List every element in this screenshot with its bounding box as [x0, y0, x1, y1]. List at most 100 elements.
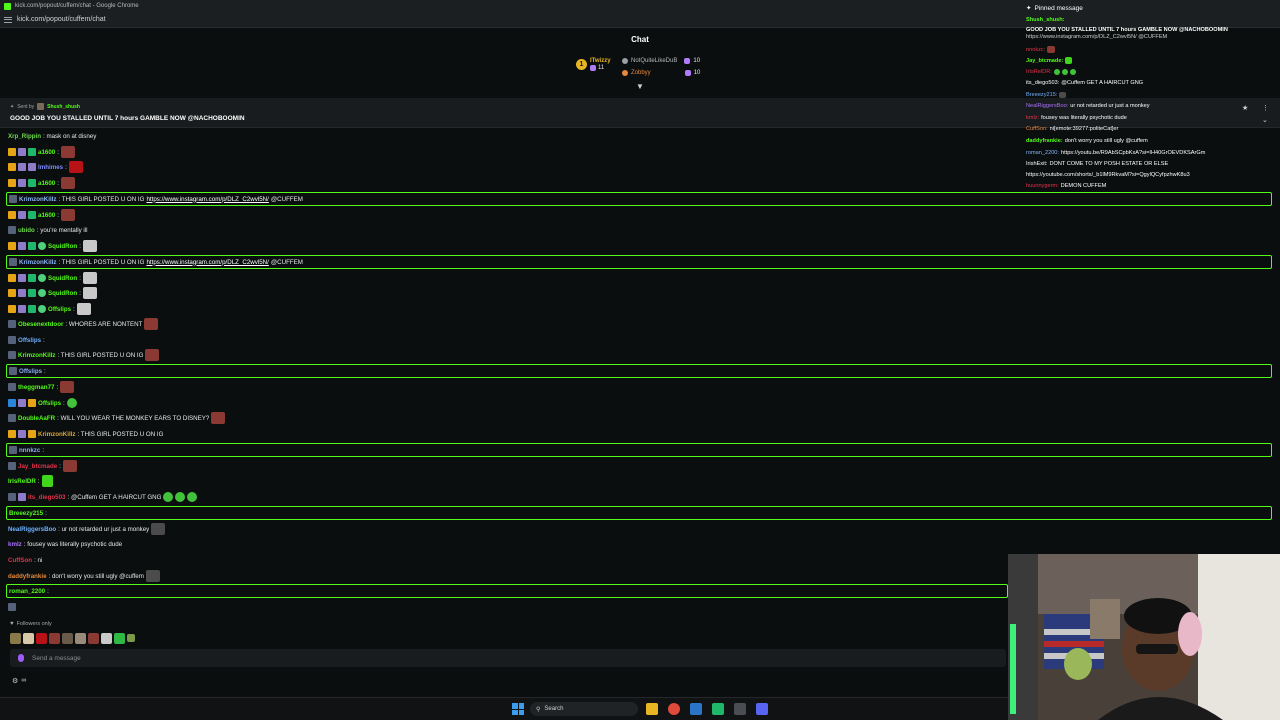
chat-message: CuffSon: ni	[8, 556, 43, 564]
url-text[interactable]: kick.com/popout/cuffem/chat	[17, 16, 106, 23]
chat-message-highlighted: Breeezy215:	[6, 506, 1272, 520]
quick-emote-icon[interactable]	[36, 632, 47, 644]
chat-message: IrIsRelDR:	[8, 474, 53, 488]
kick-app-icon[interactable]	[712, 703, 724, 715]
avatar-badge-icon	[9, 195, 17, 203]
subscriber-badge-icon	[18, 274, 26, 282]
subscriber-badge-icon	[18, 289, 26, 297]
quick-emote-icon[interactable]	[75, 632, 86, 644]
verified-badge-icon	[38, 274, 46, 282]
message-link[interactable]: https://www.instagram.com/p/DLZ_C2wvl5N/	[146, 259, 268, 266]
emote-icon	[68, 161, 83, 173]
emote-icon	[82, 272, 97, 284]
discord-icon[interactable]	[756, 703, 768, 715]
leaderboard-third[interactable]: Zobbyy 10	[622, 70, 700, 76]
moderator-badge-icon	[8, 399, 16, 407]
silver-coin-icon	[622, 58, 628, 64]
chat-message: its_diego503: @Cuffem GET A HAIRCUT GNG	[8, 490, 198, 504]
quick-emote-icon[interactable]	[62, 632, 73, 644]
heart-icon: ♥	[10, 621, 14, 627]
emote-icon	[66, 398, 77, 408]
windows-start-icon[interactable]	[512, 703, 524, 715]
gift-badge-icon	[28, 305, 36, 313]
avatar-badge-icon	[8, 351, 16, 359]
followers-only-indicator: ♥ Followers only	[10, 621, 52, 627]
gift-badge-icon	[28, 211, 36, 219]
leader-name: Zobbyy	[631, 70, 651, 76]
crown-badge-icon	[8, 305, 16, 313]
app-icon[interactable]	[734, 703, 746, 715]
chat-message: DoubleAaFR: WILL YOU WEAR THE MONKEY EAR…	[8, 411, 226, 425]
quick-emote-icon[interactable]	[127, 634, 135, 642]
overlay-line: kmlz: fousey was literally psychotic dude	[1026, 115, 1127, 121]
avatar-badge-icon	[8, 226, 16, 234]
microphone-icon[interactable]	[18, 654, 24, 662]
quick-emote-icon[interactable]	[114, 632, 125, 644]
gift-icon	[590, 65, 596, 71]
avatar-badge-icon	[8, 603, 16, 611]
emote-icon	[76, 303, 91, 315]
emote-icon	[175, 492, 186, 502]
chrome-icon[interactable]	[668, 703, 680, 715]
emote-icon	[145, 570, 160, 582]
emote-icon	[144, 318, 159, 330]
chat-message-highlighted: roman_2200:	[6, 584, 1008, 598]
emote-icon	[60, 209, 75, 221]
quick-emote-icon[interactable]	[10, 632, 21, 644]
leaderboard-second[interactable]: NotQuiteLikeDuB 10	[622, 58, 700, 64]
pin-icon: ✦	[10, 103, 15, 110]
leaderboard-first[interactable]: 1 ITwizzy 11	[576, 58, 611, 71]
message-link[interactable]: https://www.instagram.com/p/DLZ_C2wvl5N/	[146, 196, 268, 203]
overlay-line: NealRiggersBoo: ur not retarded ur just a…	[1026, 103, 1150, 109]
message-input-box[interactable]	[10, 649, 1006, 667]
windows-taskbar: ⚲ Search	[0, 697, 1008, 720]
avatar-badge-icon	[8, 320, 16, 328]
avatar-badge-icon	[8, 493, 16, 501]
emote-icon	[1053, 69, 1060, 75]
subscriber-badge-icon	[18, 211, 26, 219]
taskbar-search[interactable]: ⚲ Search	[530, 702, 638, 716]
subscriber-badge-icon	[18, 493, 26, 501]
chat-message: NealRiggersBoo: ur not retarded ur just …	[8, 522, 166, 536]
infinity-icon[interactable]: ∞	[21, 677, 26, 685]
overlay-line: https://www.instagram.com/p/DLZ_C2wvl5N/…	[1026, 34, 1168, 40]
gift-badge-icon	[28, 289, 36, 297]
pin-icon: ✦	[1026, 5, 1032, 12]
chat-message: Offslips:	[8, 302, 91, 316]
file-explorer-icon[interactable]	[646, 703, 658, 715]
expand-leaderboard-chevron-icon[interactable]: ▼	[636, 83, 644, 91]
webcam-feed	[1008, 554, 1280, 720]
overlay-pinned-sender: Shush_shush:	[1026, 17, 1065, 23]
leader-name: ITwizzy	[590, 58, 611, 64]
chat-message: SquidRon:	[8, 286, 97, 300]
overlay-line: Jay_btcmade:	[1026, 57, 1073, 64]
quick-emote-icon[interactable]	[49, 632, 60, 644]
site-settings-icon[interactable]	[4, 16, 12, 23]
message-input[interactable]	[32, 654, 932, 662]
window-title: kick.com/popout/cuffem/chat - Google Chr…	[15, 3, 139, 9]
chat-message: daddyfrankie: don't worry you still ugly…	[8, 569, 162, 583]
quick-emote-icon[interactable]	[23, 632, 34, 644]
quick-emote-icon[interactable]	[88, 632, 99, 644]
chat-message-highlighted: KrimzonKillz: THIS GIRL POSTED U ON IG h…	[6, 192, 1272, 206]
overlay-line: CuffSon: ni[emote:39277:politeCat]er	[1026, 126, 1119, 132]
emote-icon	[187, 492, 198, 502]
chat-message: KrimzonKillz: THIS GIRL POSTED U ON IG	[8, 348, 160, 362]
chat-message: kmlz: fousey was literally psychotic dud…	[8, 540, 123, 548]
emote-icon	[145, 349, 160, 361]
chat-message: KrimzonKillz: THIS GIRL POSTED U ON IG	[8, 427, 163, 441]
verified-badge-icon	[38, 242, 46, 250]
quick-emote-bar	[10, 632, 135, 644]
overlay-line: nnnkzc:	[1026, 46, 1056, 53]
avatar-badge-icon	[8, 383, 16, 391]
overlay-line: daddyfrankie: don't worry you still ugly …	[1026, 138, 1148, 144]
quick-emote-icon[interactable]	[101, 632, 112, 644]
settings-gear-icon[interactable]: ⚙	[12, 677, 18, 685]
steam-icon[interactable]	[690, 703, 702, 715]
avatar	[37, 103, 45, 110]
verified-badge-icon	[38, 305, 46, 313]
emote-icon	[60, 381, 75, 393]
emote-icon	[82, 287, 97, 299]
chat-message: ubido: you're mentally ill	[8, 223, 88, 237]
gift-icon	[684, 58, 691, 64]
